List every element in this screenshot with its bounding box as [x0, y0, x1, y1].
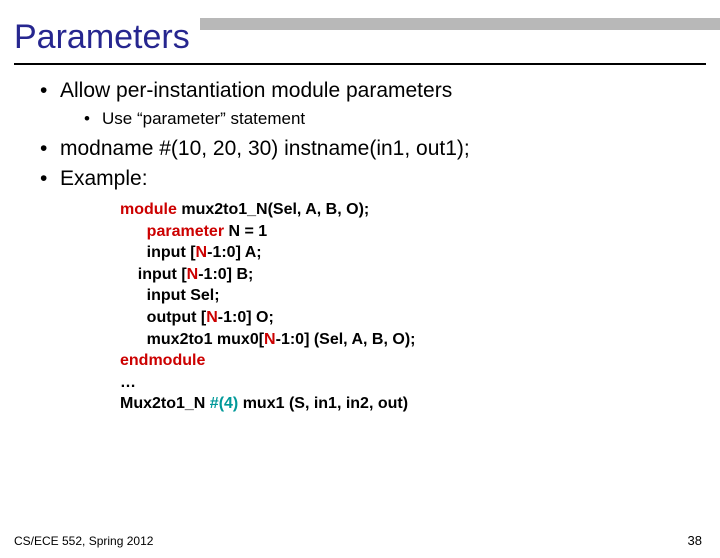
- code-line: mux2to1 mux0[N-1:0] (Sel, A, B, O);: [120, 329, 720, 351]
- code-line: input [N-1:0] A;: [120, 242, 720, 264]
- param-n: N: [196, 244, 208, 261]
- bullet-item: Allow per-instantiation module parameter…: [40, 79, 690, 129]
- footer-course: CS/ECE 552, Spring 2012: [14, 534, 153, 548]
- code-line: parameter N = 1: [120, 221, 720, 243]
- bullet-text: Example:: [60, 167, 148, 190]
- code-text: Mux2to1_N: [120, 395, 210, 412]
- code-text: …: [120, 374, 136, 391]
- code-text: -1:0] B;: [198, 266, 253, 283]
- title-rule: [14, 63, 706, 65]
- code-text: N = 1: [224, 223, 267, 240]
- code-block: module mux2to1_N(Sel, A, B, O); paramete…: [120, 199, 720, 415]
- param-n: N: [264, 331, 276, 348]
- code-text: -1:0] O;: [218, 309, 274, 326]
- keyword-module: module: [120, 201, 177, 218]
- bullet-item: modname #(10, 20, 30) instname(in1, out1…: [40, 137, 690, 161]
- code-line: …: [120, 372, 720, 394]
- code-text: mux1 (S, in1, in2, out): [238, 395, 408, 412]
- bullet-list: Allow per-instantiation module parameter…: [40, 79, 690, 191]
- code-line: endmodule: [120, 350, 720, 372]
- code-line: module mux2to1_N(Sel, A, B, O);: [120, 199, 720, 221]
- code-text: mux2to1 mux0[: [120, 331, 264, 348]
- bullet-text: modname #(10, 20, 30) instname(in1, out1…: [60, 137, 470, 160]
- param-override: #(4): [210, 395, 238, 412]
- param-n: N: [187, 266, 199, 283]
- code-line: Mux2to1_N #(4) mux1 (S, in1, in2, out): [120, 393, 720, 415]
- code-line: output [N-1:0] O;: [120, 307, 720, 329]
- sub-bullet-text: Use “parameter” statement: [102, 109, 305, 128]
- param-n: N: [206, 309, 218, 326]
- code-text: input [: [120, 266, 187, 283]
- code-text: input Sel;: [120, 287, 220, 304]
- sub-bullet-list: Use “parameter” statement: [84, 109, 690, 129]
- code-text: -1:0] (Sel, A, B, O);: [276, 331, 416, 348]
- code-text: mux2to1_N(Sel, A, B, O);: [177, 201, 369, 218]
- bullet-item: Example:: [40, 167, 690, 191]
- code-line: input Sel;: [120, 285, 720, 307]
- bullet-text: Allow per-instantiation module parameter…: [60, 79, 452, 102]
- code-text: input [: [120, 244, 196, 261]
- code-text: -1:0] A;: [207, 244, 262, 261]
- code-line: input [N-1:0] B;: [120, 264, 720, 286]
- slide-number: 38: [688, 533, 702, 548]
- sub-bullet-item: Use “parameter” statement: [84, 109, 690, 129]
- keyword-endmodule: endmodule: [120, 352, 205, 369]
- top-bar: [200, 18, 720, 30]
- keyword-parameter: parameter: [120, 223, 224, 240]
- code-text: output [: [120, 309, 206, 326]
